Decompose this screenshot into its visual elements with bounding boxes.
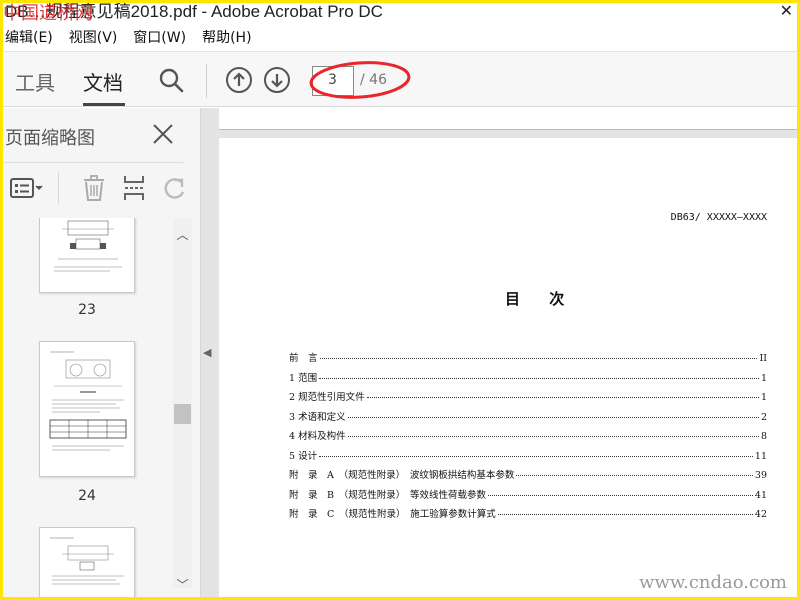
undo-icon[interactable] xyxy=(161,174,189,202)
toc-entry-title: 附 录 B （规范性附录） 等效线性荷载参数 xyxy=(289,489,486,501)
menu-help[interactable]: 帮助(H) xyxy=(202,27,251,49)
toolbar-separator xyxy=(206,64,207,98)
options-menu-icon[interactable] xyxy=(9,174,45,202)
next-page-icon[interactable] xyxy=(263,66,291,94)
toc-entry-page: 11 xyxy=(754,450,767,462)
panel-title: 页面缩略图 xyxy=(5,128,95,149)
app-window: DB…规程意见稿2018.pdf - Adobe Acrobat Pro DC … xyxy=(3,3,797,597)
toc-entry-page: II xyxy=(759,353,767,364)
toc-leader xyxy=(366,397,759,398)
highlight-ellipse xyxy=(309,61,411,99)
toc-entry-title: 3 术语和定义 xyxy=(289,411,346,423)
toc-leader xyxy=(319,358,758,359)
toc-entry[interactable]: 前 言 II xyxy=(289,350,767,370)
toc-entry-title: 附 录 A （规范性附录） 波纹钢板拱结构基本参数 xyxy=(289,470,515,481)
scrollbar-thumb[interactable] xyxy=(174,404,191,424)
menu-view[interactable]: 视图(V) xyxy=(69,27,118,49)
main-toolbar: 工具 文档 3 / 46 xyxy=(3,51,797,107)
document-page: DB63/ XXXXX—XXXX 目 次 前 言 II 1 范围 1 2 规范性… xyxy=(219,138,797,597)
close-window-button[interactable]: ✕ xyxy=(780,3,793,20)
toc-entry-page: 1 xyxy=(760,392,767,403)
toc-entry-page: 2 xyxy=(760,411,767,423)
toc-entry[interactable]: 5 设计 11 xyxy=(289,448,767,468)
site-watermark: www.cndao.com xyxy=(639,572,787,593)
thumbnail-panel: 页面缩略图 23 24 ︿ ﹀ xyxy=(3,108,201,597)
search-icon[interactable] xyxy=(157,66,185,94)
toc-entry-page: 41 xyxy=(754,489,767,501)
collapse-panel-icon[interactable]: ◀ xyxy=(203,346,211,359)
toc-entry-title: 1 范围 xyxy=(289,372,318,384)
tab-tools[interactable]: 工具 xyxy=(15,67,55,96)
toc-leader xyxy=(497,514,753,515)
panel-divider xyxy=(3,162,183,163)
menu-edit[interactable]: 编辑(E) xyxy=(5,27,53,49)
toc-leader xyxy=(487,494,753,496)
toc-heading: 目 次 xyxy=(505,290,577,308)
toc-leader xyxy=(319,455,753,457)
scroll-down-icon[interactable]: ﹀ xyxy=(173,576,192,592)
tab-document[interactable]: 文档 xyxy=(83,67,123,96)
toc-leader xyxy=(516,475,753,476)
toc-entry-page: 8 xyxy=(760,431,767,442)
delete-page-icon[interactable] xyxy=(80,174,108,202)
title-bar: DB…规程意见稿2018.pdf - Adobe Acrobat Pro DC … xyxy=(3,3,797,25)
previous-page-edge xyxy=(219,108,797,130)
toc-leader xyxy=(347,416,759,418)
toc-entry[interactable]: 1 范围 1 xyxy=(289,370,767,390)
thumbnail-label: 23 xyxy=(78,302,96,318)
toc-entry[interactable]: 2 规范性引用文件 1 xyxy=(289,389,767,409)
thumbnail-page-25[interactable] xyxy=(39,527,135,597)
toc-entry-page: 1 xyxy=(760,372,767,384)
panel-toolbar-separator xyxy=(58,172,59,204)
previous-page-icon[interactable] xyxy=(225,66,253,94)
document-code: DB63/ XXXXX—XXXX xyxy=(670,212,767,223)
page-23-preview xyxy=(54,220,122,272)
toc-entry[interactable]: 附 录 C （规范性附录） 施工验算参数计算式 42 xyxy=(289,506,767,526)
page-25-preview xyxy=(50,537,124,585)
toc-entry[interactable]: 附 录 A （规范性附录） 波纹钢板拱结构基本参数 39 xyxy=(289,467,767,487)
toc-entry-title: 2 规范性引用文件 xyxy=(289,392,365,403)
thumbnail-page-24[interactable] xyxy=(39,341,135,477)
panel-toolbar xyxy=(3,166,193,210)
table-of-contents: 前 言 II 1 范围 1 2 规范性引用文件 1 3 术语和定义 2 4 材料… xyxy=(289,350,767,526)
menu-window[interactable]: 窗口(W) xyxy=(133,27,186,49)
document-viewer[interactable]: DB63/ XXXXX—XXXX 目 次 前 言 II 1 范围 1 2 规范性… xyxy=(215,108,797,597)
toc-entry-title: 附 录 C （规范性附录） 施工验算参数计算式 xyxy=(289,509,496,520)
watermark-text: 中国道桥网 xyxy=(3,3,93,24)
toc-entry[interactable]: 3 术语和定义 2 xyxy=(289,409,767,429)
page-24-preview xyxy=(49,351,127,451)
panel-splitter[interactable]: ◀ xyxy=(201,108,215,597)
thumbnail-label: 24 xyxy=(78,488,96,504)
scroll-up-icon[interactable]: ︿ xyxy=(173,226,192,242)
toc-entry-page: 39 xyxy=(754,470,767,481)
toc-entry-page: 42 xyxy=(754,509,767,520)
menu-bar: 编辑(E) 视图(V) 窗口(W) 帮助(H) xyxy=(3,27,797,49)
thumbnail-page-23[interactable] xyxy=(39,218,135,293)
toc-entry-title: 前 言 xyxy=(289,353,318,364)
active-tab-indicator xyxy=(83,103,125,106)
toc-entry[interactable]: 4 材料及构件 8 xyxy=(289,428,767,448)
toc-entry-title: 5 设计 xyxy=(289,450,318,462)
toc-leader xyxy=(347,436,759,437)
toc-entry-title: 4 材料及构件 xyxy=(289,431,346,442)
toc-entry[interactable]: 附 录 B （规范性附录） 等效线性荷载参数 41 xyxy=(289,487,767,507)
thumbnail-scrollbar[interactable] xyxy=(173,218,192,588)
toc-leader xyxy=(319,377,759,379)
insert-page-icon[interactable] xyxy=(121,174,149,202)
thumbnail-list: 23 24 xyxy=(3,218,173,597)
close-icon[interactable] xyxy=(151,122,175,146)
